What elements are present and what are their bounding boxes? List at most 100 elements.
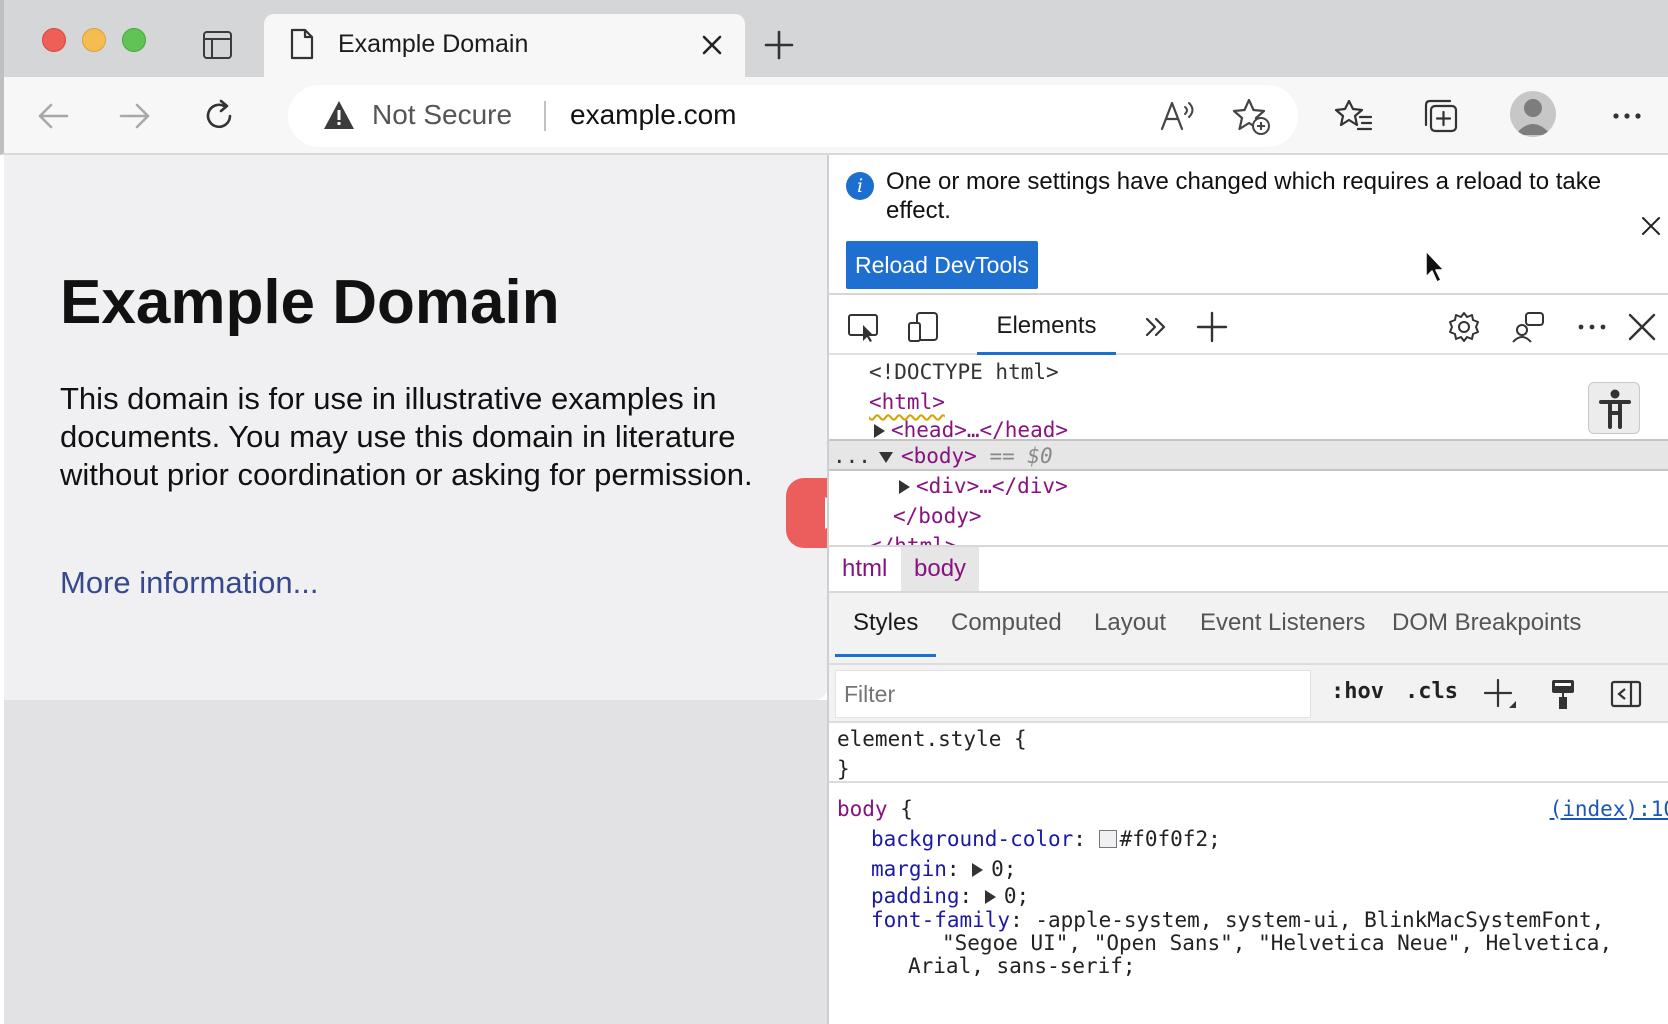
tab-strip: Example Domain <box>0 0 1668 77</box>
new-style-rule-icon[interactable] <box>1483 678 1517 710</box>
accessibility-tree-button[interactable] <box>1588 382 1640 434</box>
element-style-rule[interactable]: element.style { <box>837 725 1027 753</box>
reload-devtools-button[interactable]: Reload DevTools <box>846 241 1038 289</box>
read-aloud-icon[interactable] <box>1158 97 1198 135</box>
close-tab-icon[interactable] <box>699 32 725 58</box>
margin-declaration[interactable]: margin: 0; <box>871 855 1016 883</box>
tab-computed[interactable]: Computed <box>951 609 1062 657</box>
mouse-cursor-icon <box>1425 250 1445 283</box>
forward-icon[interactable] <box>116 97 154 135</box>
styles-filter-input[interactable] <box>835 670 1311 718</box>
more-information-link[interactable]: More information... <box>60 565 318 601</box>
address-bar[interactable]: Not Secure example.com <box>288 85 1298 147</box>
element-style-close: } <box>837 757 850 781</box>
expand-triangle-icon[interactable] <box>899 480 910 494</box>
styles-filter-bar: :hov .cls <box>829 665 1668 723</box>
tab-elements[interactable]: Elements <box>977 297 1116 355</box>
dom-html-close[interactable]: </html> <box>869 531 958 545</box>
breadcrumb: html body <box>829 545 1668 593</box>
feedback-icon[interactable] <box>1511 311 1545 343</box>
paint-format-icon[interactable] <box>1547 678 1581 710</box>
profile-avatar[interactable] <box>1510 91 1556 137</box>
tab-dom-breakpoints[interactable]: DOM Breakpoints <box>1392 609 1581 657</box>
dom-body-node[interactable]: ... <body> == $0 <box>833 441 1053 471</box>
browser-toolbar: Not Secure example.com <box>0 77 1668 155</box>
styles-subtabs: Styles Computed Layout Event Listeners D… <box>829 593 1668 665</box>
body-selector: body <box>837 797 888 821</box>
class-toggle-button[interactable]: .cls <box>1405 679 1458 704</box>
info-icon: i <box>846 172 874 200</box>
breadcrumb-body[interactable]: body <box>901 547 980 591</box>
accessibility-icon <box>1599 389 1631 429</box>
styles-pane: element.style { } body { (index):10 back… <box>829 723 1668 1024</box>
url-text[interactable]: example.com <box>570 99 737 131</box>
window-minimize-button[interactable] <box>82 28 106 52</box>
hover-state-button[interactable]: :hov <box>1331 679 1384 704</box>
dom-div-text: <div>…</div> <box>916 474 1068 498</box>
window-zoom-button[interactable] <box>122 28 146 52</box>
page-heading: Example Domain <box>60 268 560 337</box>
devtools-toolbar: Elements <box>829 297 1668 355</box>
settings-gear-icon[interactable] <box>1447 311 1481 343</box>
tab-layout[interactable]: Layout <box>1094 609 1166 657</box>
dom-doctype[interactable]: <!DOCTYPE html> <box>869 357 1059 387</box>
padding-value: 0; <box>1003 884 1030 908</box>
inspect-element-icon[interactable] <box>847 311 881 343</box>
dom-body-close[interactable]: </body> <box>893 501 982 531</box>
rule-divider <box>829 781 1668 783</box>
padding-property: padding <box>871 884 960 908</box>
device-emulation-icon[interactable] <box>907 311 941 343</box>
font-family-value-3: Arial, sans-serif; <box>908 954 1136 978</box>
tab-actions-icon[interactable] <box>203 31 232 59</box>
page-viewport: Example Domain This domain is for use in… <box>4 155 827 700</box>
close-devtools-icon[interactable] <box>1625 311 1659 343</box>
profile-icon <box>1515 99 1551 135</box>
devtools-panel: i One or more settings have changed whic… <box>827 155 1668 1024</box>
document-icon <box>290 28 314 60</box>
page-empty-area <box>4 700 827 1024</box>
body-open-brace: { <box>887 797 913 821</box>
expand-triangle-icon[interactable] <box>874 424 885 438</box>
browser-tab[interactable]: Example Domain <box>264 14 745 77</box>
dom-html-open: <html> <box>869 390 945 414</box>
dom-ellipsis[interactable]: ... <box>833 444 871 468</box>
breadcrumb-html[interactable]: html <box>829 547 900 591</box>
collections-icon[interactable] <box>1422 97 1460 135</box>
more-tabs-icon[interactable] <box>1139 311 1173 343</box>
warning-icon[interactable] <box>322 99 356 131</box>
color-swatch[interactable] <box>1098 830 1117 848</box>
more-icon[interactable] <box>1608 97 1646 135</box>
tab-title: Example Domain <box>338 30 529 58</box>
background-color-property: background-color <box>871 827 1074 851</box>
toggle-sidebar-icon[interactable] <box>1609 678 1643 710</box>
dom-body-open: <body> <box>900 444 977 468</box>
new-tab-icon[interactable] <box>764 30 794 60</box>
body-rule-selector[interactable]: body { <box>837 795 913 823</box>
add-tab-icon[interactable] <box>1195 311 1229 343</box>
devtools-more-icon[interactable] <box>1575 311 1609 343</box>
back-icon[interactable] <box>34 97 72 135</box>
margin-property: margin <box>871 857 947 881</box>
favorites-icon[interactable] <box>1335 97 1373 135</box>
close-icon[interactable] <box>1640 215 1662 237</box>
window-close-button[interactable] <box>42 28 66 52</box>
style-source-link[interactable]: (index):10 <box>1550 795 1668 823</box>
dom-html-node[interactable]: <html> <box>869 387 945 417</box>
add-favorite-icon[interactable] <box>1232 97 1272 135</box>
reload-infobar: i One or more settings have changed whic… <box>829 155 1668 295</box>
dom-selected-marker: == $0 <box>989 444 1053 468</box>
dom-div-node[interactable]: <div>…</div> <box>899 471 1068 501</box>
margin-value: 0; <box>991 857 1017 881</box>
security-status[interactable]: Not Secure <box>372 99 512 131</box>
tab-event-listeners[interactable]: Event Listeners <box>1200 609 1365 657</box>
background-color-value: #f0f0f2; <box>1119 827 1221 851</box>
expand-triangle-icon[interactable] <box>972 863 984 877</box>
refresh-icon[interactable] <box>200 97 238 135</box>
expand-triangle-icon[interactable] <box>984 890 996 904</box>
infobar-message: One or more settings have changed which … <box>886 168 1602 224</box>
background-color-declaration[interactable]: background-color: #f0f0f2; <box>871 825 1221 853</box>
address-divider <box>544 101 546 131</box>
collapse-triangle-icon[interactable] <box>878 451 893 463</box>
tab-styles[interactable]: Styles <box>835 609 937 657</box>
dom-tree: <!DOCTYPE html> <html> <head>…</head> ..… <box>829 357 1668 545</box>
